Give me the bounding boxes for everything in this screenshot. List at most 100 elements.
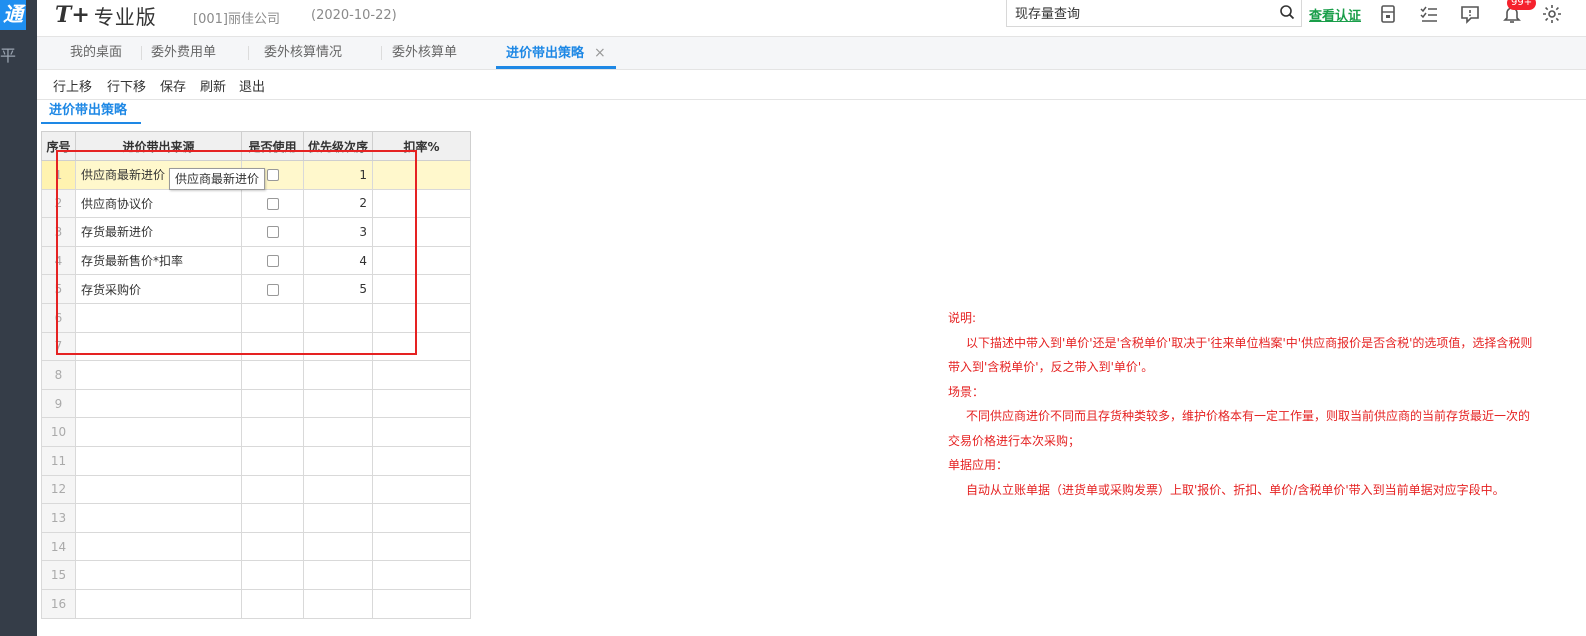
discount-cell[interactable] [372,417,471,447]
row-number-cell[interactable]: 5 [41,274,76,304]
discount-cell[interactable] [372,531,471,562]
table-row[interactable]: 15 [41,560,471,590]
refresh-button[interactable]: 刷新 [200,76,226,95]
discount-cell[interactable] [372,560,471,590]
priority-cell[interactable] [303,417,373,447]
col-header-discount[interactable]: 扣率% [372,131,471,161]
close-icon[interactable]: × [594,37,606,69]
priority-cell[interactable] [303,588,373,619]
table-row[interactable]: 3 存货最新进价 3 [41,217,471,247]
table-row[interactable]: 10 [41,417,471,447]
discount-cell[interactable] [372,474,471,505]
row-number-cell[interactable]: 1 [41,160,76,190]
source-cell[interactable]: 存货采购价 [75,274,242,304]
in-use-cell[interactable] [241,360,304,390]
table-row[interactable]: 9 [41,388,471,419]
exit-button[interactable]: 退出 [239,76,265,95]
row-number-cell[interactable]: 12 [41,474,76,505]
tab-outsourcing-accounting-sheet[interactable]: 委外核算单 [392,37,457,67]
search-input[interactable] [1007,0,1273,24]
tab-purchase-price-strategy[interactable]: 进价带出策略 × [496,37,616,69]
source-cell[interactable]: 存货最新售价*扣率 [75,245,242,276]
app-logo[interactable]: 通 [0,0,26,30]
priority-cell[interactable] [303,360,373,390]
in-use-cell[interactable] [241,245,304,276]
discount-cell[interactable] [372,588,471,619]
row-number-cell[interactable]: 13 [41,503,76,533]
col-header-in-use[interactable]: 是否使用 [241,131,304,161]
tab-my-desktop[interactable]: 我的桌面 [70,37,122,67]
search-icon[interactable] [1279,4,1295,20]
col-header-source[interactable]: 进价带出来源 [75,131,242,161]
view-certification-link[interactable]: 查看认证 [1309,5,1361,24]
row-number-cell[interactable]: 10 [41,417,76,447]
table-row[interactable]: 4 存货最新售价*扣率 4 [41,245,471,276]
priority-cell[interactable] [303,531,373,562]
in-use-cell[interactable] [241,302,304,333]
source-cell[interactable] [75,360,242,390]
discount-cell[interactable] [372,360,471,390]
source-cell[interactable] [75,560,242,590]
tab-outsourcing-accounting-status[interactable]: 委外核算情况 [264,37,342,67]
calculator-icon[interactable] [1377,3,1399,25]
source-cell[interactable] [75,503,242,533]
discount-cell[interactable] [372,331,471,362]
in-use-checkbox[interactable] [266,197,279,210]
row-number-cell[interactable]: 14 [41,531,76,562]
in-use-cell[interactable] [241,417,304,447]
row-number-cell[interactable]: 9 [41,388,76,419]
table-row[interactable]: 11 [41,445,471,476]
discount-cell[interactable] [372,445,471,476]
table-row[interactable]: 5 存货采购价 5 [41,274,471,304]
table-row[interactable]: 16 [41,588,471,619]
move-row-down-button[interactable]: 行下移 [107,76,146,95]
priority-cell[interactable]: 3 [303,217,373,247]
table-row[interactable]: 12 [41,474,471,505]
in-use-cell[interactable] [241,474,304,505]
sidebar-menu-item[interactable]: 平 [0,46,16,66]
in-use-checkbox[interactable] [266,283,279,296]
in-use-cell[interactable] [241,331,304,362]
discount-cell[interactable] [372,274,471,304]
row-number-cell[interactable]: 8 [41,360,76,390]
priority-cell[interactable] [303,445,373,476]
source-cell[interactable] [75,388,242,419]
table-row[interactable]: 14 [41,531,471,562]
priority-cell[interactable] [303,331,373,362]
discount-cell[interactable] [372,188,471,219]
row-number-cell[interactable]: 2 [41,188,76,219]
in-use-checkbox[interactable] [266,226,279,239]
priority-cell[interactable] [303,560,373,590]
discount-cell[interactable] [372,503,471,533]
move-row-up-button[interactable]: 行上移 [53,76,92,95]
save-button[interactable]: 保存 [160,76,186,95]
priority-cell[interactable]: 2 [303,188,373,219]
row-number-cell[interactable]: 15 [41,560,76,590]
table-row[interactable]: 2 供应商协议价 2 [41,188,471,219]
source-cell[interactable]: 供应商协议价 [75,188,242,219]
source-cell[interactable] [75,588,242,619]
settings-icon[interactable] [1541,3,1563,25]
discount-cell[interactable] [372,302,471,333]
priority-cell[interactable] [303,302,373,333]
in-use-cell[interactable] [241,188,304,219]
priority-cell[interactable] [303,388,373,419]
row-number-cell[interactable]: 7 [41,331,76,362]
discount-cell[interactable] [372,388,471,419]
row-number-cell[interactable]: 6 [41,302,76,333]
in-use-checkbox[interactable] [266,255,279,268]
row-number-cell[interactable]: 4 [41,245,76,276]
source-cell[interactable] [75,331,242,362]
in-use-cell[interactable] [241,588,304,619]
table-row[interactable]: 6 [41,302,471,333]
task-list-icon[interactable] [1418,3,1440,25]
row-number-cell[interactable]: 11 [41,445,76,476]
discount-cell[interactable] [372,160,471,190]
source-cell[interactable] [75,474,242,505]
table-row[interactable]: 13 [41,503,471,533]
tab-outsourcing-expense[interactable]: 委外费用单 [151,37,216,67]
in-use-cell[interactable] [241,274,304,304]
message-icon[interactable] [1459,3,1481,25]
col-header-seq[interactable]: 序号 [41,131,76,161]
col-header-priority[interactable]: 优先级次序 [303,131,373,161]
